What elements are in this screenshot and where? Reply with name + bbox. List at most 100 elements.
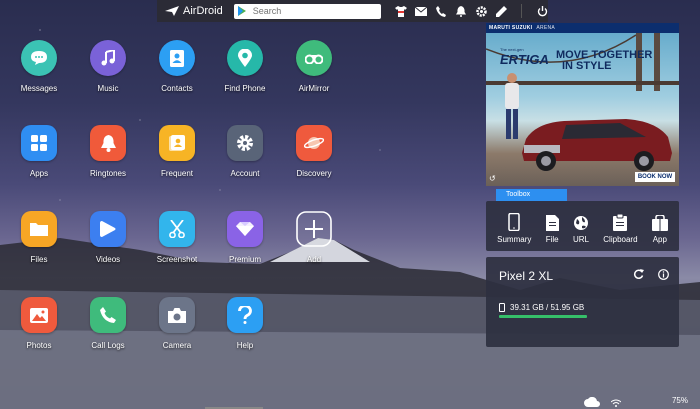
device-panel: Pixel 2 XL 39.31 GB / 51.95 GB [486,257,679,347]
app-label: Files [30,255,48,264]
toolbox-app-label: App [652,235,667,244]
app-contacts[interactable]: Contacts [147,40,207,93]
ad-book-now-button[interactable]: BOOK NOW [635,172,675,182]
app-apps[interactable]: Apps [9,125,69,178]
globe-icon [573,216,588,230]
app-label: AirMirror [298,84,330,93]
app-label: Camera [162,341,192,350]
toolbox-summary[interactable]: Summary [497,213,531,244]
top-bar: AirDroid [157,0,548,22]
app-music[interactable]: Music [78,40,138,93]
phone-icon [90,297,126,333]
app-label: Add [306,255,322,264]
info-icon[interactable] [658,269,669,280]
diamond-icon [227,211,263,247]
app-account[interactable]: Account [215,125,275,178]
app-find-phone[interactable]: Find Phone [215,40,275,93]
search-box[interactable] [233,3,381,19]
app-label: Premium [228,255,261,264]
ad-tagline-line2: IN STYLE [562,60,612,72]
edit-icon[interactable] [495,5,507,17]
gear-icon[interactable] [475,5,487,17]
toolbox-tab[interactable]: Toolbox [496,189,567,201]
app-label: Contacts [161,84,193,93]
toolbox-file-label: File [545,235,559,244]
refresh-icon[interactable] [633,269,644,280]
storage-phone-icon [499,303,505,312]
planet-icon [296,125,332,161]
toolbox-clipboard[interactable]: Clipboard [603,214,638,244]
storage-bar [499,315,587,318]
app-messages[interactable]: Messages [9,40,69,93]
camera-icon [159,297,195,333]
contacts-icon [159,40,195,76]
folder-icon [21,211,57,247]
app-label: Music [97,84,119,93]
device-name: Pixel 2 XL [499,269,554,283]
ad-car-image [522,119,672,171]
zoom-level: 75% [671,396,688,405]
mail-icon[interactable] [415,5,427,17]
logo-text: AirDroid [183,5,223,17]
clipboard-icon [613,214,628,231]
app-premium[interactable]: Premium [215,211,275,264]
app-ringtones[interactable]: Ringtones [78,125,138,178]
ad-tagline: MOVE TOGETHER IN STYLE [556,50,652,72]
toolbox-panel: Summary File URL Clipboard App [486,201,679,251]
grid-icon [21,125,57,161]
tshirt-icon[interactable] [395,5,407,17]
app-photos[interactable]: Photos [9,297,69,350]
ad-brand: MARUTI SUZUKI [489,25,533,31]
ad-brand-bar: MARUTI SUZUKI ARENA [486,23,679,33]
ad-refresh-icon[interactable]: ↺ [489,175,497,183]
toolbox-url-label: URL [572,235,589,244]
app-store-icon [651,215,668,231]
app-label: Photos [26,341,52,350]
paper-plane-icon [165,6,179,16]
ad-model-name: ERTIGA [500,52,549,67]
gear-icon [227,125,263,161]
search-input[interactable] [252,6,368,16]
app-label: Ringtones [89,169,127,178]
cloud-sync-icon[interactable] [584,397,600,407]
bell-icon[interactable] [455,5,467,17]
scissors-icon [159,211,195,247]
phone-icon[interactable] [435,5,447,17]
music-note-icon [90,40,126,76]
toolbar-divider [521,4,522,18]
ad-model: The next-gen ERTIGA [500,47,549,67]
storage-text: 39.31 GB / 51.95 GB [510,303,585,312]
app-call-logs[interactable]: Call Logs [78,297,138,350]
app-label: Screenshot [156,255,198,264]
app-label: Messages [20,84,58,93]
toolbox-file[interactable]: File [545,215,559,244]
app-camera[interactable]: Camera [147,297,207,350]
advertisement-banner[interactable]: MARUTI SUZUKI ARENA The next-gen ERTIGA … [486,23,679,186]
app-label: Account [230,169,260,178]
phone-icon [508,213,520,231]
app-label: Call Logs [91,341,125,350]
app-frequent[interactable]: Frequent [147,125,207,178]
bell-icon [90,125,126,161]
toolbox-app[interactable]: App [651,215,668,244]
toolbox-url[interactable]: URL [573,215,589,244]
app-help[interactable]: Help [215,297,275,350]
app-label: Videos [95,255,121,264]
app-videos[interactable]: Videos [78,211,138,264]
app-discovery[interactable]: Discovery [284,125,344,178]
airdroid-logo[interactable]: AirDroid [157,5,234,17]
app-label: Help [236,341,254,350]
wifi-icon [611,399,621,407]
question-icon [227,297,263,333]
app-airmirror[interactable]: AirMirror [284,40,344,93]
app-label: Find Phone [224,84,266,93]
location-pin-icon [227,40,263,76]
ad-brand-sub: ARENA [536,25,556,31]
app-add[interactable]: Add [284,211,344,264]
plus-icon [296,211,332,247]
app-label: Frequent [160,169,194,178]
app-files[interactable]: Files [9,211,69,264]
app-screenshot[interactable]: Screenshot [147,211,207,264]
toolbox-clipboard-label: Clipboard [603,235,638,244]
power-icon[interactable] [536,5,548,17]
